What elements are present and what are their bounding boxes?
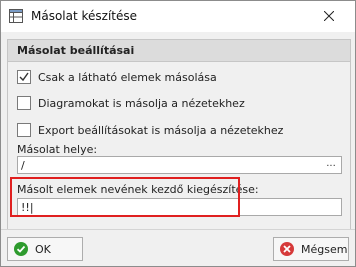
option-label: Diagramokat is másolja a nézetekhez [38, 96, 245, 110]
window-title: Másolat készítése [31, 9, 138, 23]
suffix-field[interactable]: !!| [17, 198, 342, 216]
settings-group: Másolat beállításai Csak a látható eleme… [7, 39, 351, 230]
checkmark-circle-icon [14, 242, 28, 256]
suffix-value: !!| [21, 201, 34, 214]
option-label: Export beállításokat is másolja a nézete… [38, 123, 284, 137]
location-label: Másolat helye: [17, 143, 98, 156]
close-button[interactable] [314, 5, 344, 27]
group-title: Másolat beállításai [17, 44, 135, 57]
cancel-button[interactable]: Mégsem [273, 237, 349, 261]
ok-label: OK [35, 242, 51, 256]
option-label: Csak a látható elemek másolása [38, 70, 217, 84]
location-field[interactable]: / ... [17, 156, 342, 174]
cancel-circle-icon [280, 242, 294, 256]
close-icon [324, 11, 334, 21]
window-app-icon [9, 9, 23, 23]
checkbox-visible-only[interactable] [17, 70, 31, 84]
checkbox-copy-diagrams[interactable] [17, 96, 31, 110]
dialog-window: Másolat készítése Másolat beállításai Cs… [0, 0, 356, 267]
option-copy-export-settings[interactable]: Export beállításokat is másolja a nézete… [17, 122, 283, 138]
checkmark-icon [19, 72, 29, 82]
title-bar[interactable]: Másolat készítése [1, 1, 355, 32]
browse-button[interactable]: ... [323, 157, 339, 173]
ok-button[interactable]: OK [7, 237, 83, 261]
location-value: / [21, 159, 25, 172]
suffix-label: Másolt elemek nevének kezdő kiegészítése… [17, 183, 259, 196]
option-copy-diagrams[interactable]: Diagramokat is másolja a nézetekhez [17, 95, 245, 111]
checkbox-copy-export-settings[interactable] [17, 123, 31, 137]
footer-divider [1, 229, 355, 230]
group-header: Másolat beállításai [8, 40, 350, 62]
cancel-label: Mégsem [301, 242, 348, 256]
option-visible-only[interactable]: Csak a látható elemek másolása [17, 69, 217, 85]
